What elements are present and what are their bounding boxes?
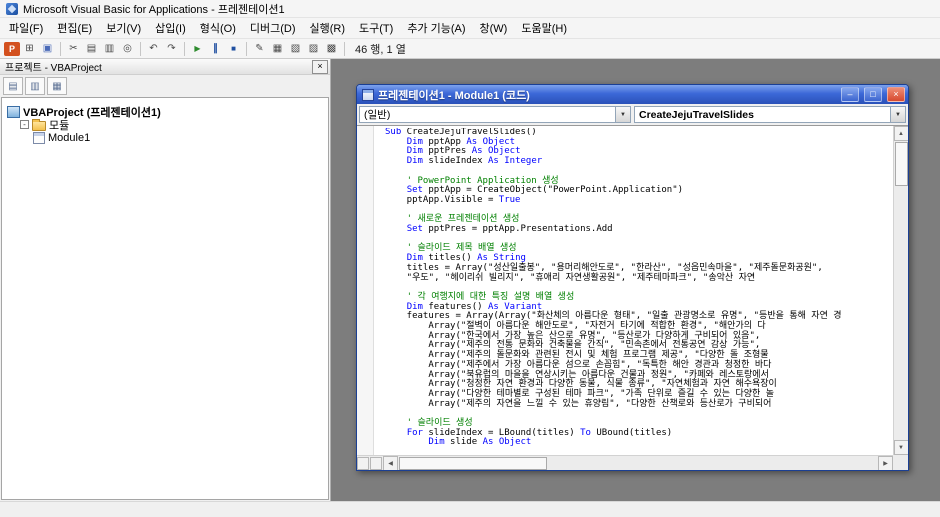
chevron-down-icon[interactable]: ▼ — [615, 107, 630, 122]
module-window-icon — [362, 89, 374, 101]
scroll-up-icon[interactable]: ▲ — [894, 126, 909, 141]
combo-row: (일반) ▼ CreateJejuTravelSlides ▼ — [357, 104, 908, 125]
module-icon — [33, 132, 45, 144]
code-line: Dim slideIndex As Integer — [385, 157, 893, 167]
project-explorer-panel: 프로젝트 - VBAProject × ▤▥▦ VBAProject (프레젠테… — [0, 59, 331, 501]
minimize-icon[interactable]: – — [841, 87, 859, 102]
chevron-down-icon[interactable]: ▼ — [890, 107, 905, 122]
close-icon[interactable]: × — [887, 87, 905, 102]
code-line: Dim slide As Object — [385, 438, 893, 448]
menu-item-3[interactable]: 삽입(I) — [148, 17, 193, 39]
toolbar-icons: P⊞▣ ✂▤▥◎ ↶↷ ▶∥■ ✎▦▧▨▩ — [4, 41, 348, 57]
object-browser-icon[interactable]: ▨ — [305, 41, 322, 57]
code-line: pptApp.Visible = True — [385, 196, 893, 206]
design-mode-icon[interactable]: ✎ — [251, 41, 268, 57]
view-object-icon[interactable]: ▥ — [25, 77, 45, 95]
menu-item-0[interactable]: 파일(F) — [2, 17, 50, 39]
maximize-icon[interactable]: □ — [864, 87, 882, 102]
margin-indicator-bar — [357, 126, 374, 455]
copy-icon[interactable]: ▤ — [83, 41, 100, 57]
titlebar: Microsoft Visual Basic for Applications … — [0, 0, 940, 18]
menu-item-9[interactable]: 창(W) — [473, 17, 515, 39]
project-panel-title: 프로젝트 - VBAProject — [5, 59, 102, 74]
menu-item-1[interactable]: 편집(E) — [50, 17, 99, 39]
scroll-down-icon[interactable]: ▼ — [894, 440, 909, 455]
menu-item-7[interactable]: 도구(T) — [352, 17, 400, 39]
properties-window-icon[interactable]: ▧ — [287, 41, 304, 57]
scroll-right-icon[interactable]: ▶ — [878, 456, 893, 471]
project-explorer-icon[interactable]: ▦ — [269, 41, 286, 57]
toolbox-icon[interactable]: ▩ — [323, 41, 340, 57]
vertical-scroll-thumb[interactable] — [895, 142, 908, 186]
full-module-view-icon[interactable] — [370, 457, 382, 470]
menu-item-4[interactable]: 형식(O) — [193, 17, 243, 39]
toolbar-separator — [60, 42, 61, 56]
menu-item-10[interactable]: 도움말(H) — [514, 17, 574, 39]
mdi-area: 프레젠테이션1 - Module1 (코드) – □ × (일반) ▼ Crea… — [331, 59, 940, 501]
status-strip — [0, 501, 940, 517]
tree-item-label: VBAProject (프레젠테이션1) — [23, 104, 161, 120]
project-tree: VBAProject (프레젠테이션1)- 모듈Module1 — [1, 97, 329, 500]
break-icon[interactable]: ∥ — [207, 41, 224, 57]
code-window-titlebar[interactable]: 프레젠테이션1 - Module1 (코드) – □ × — [357, 85, 908, 104]
tree-item-label: Module1 — [48, 132, 90, 144]
procedure-view-icon[interactable] — [357, 457, 369, 470]
menu-item-6[interactable]: 실행(R) — [303, 17, 353, 39]
toolbar-separator — [246, 42, 247, 56]
vertical-scrollbar[interactable]: ▲ ▼ — [893, 126, 908, 455]
vba-app-icon — [6, 3, 18, 15]
folder-icon — [32, 121, 46, 131]
close-icon[interactable]: × — [312, 60, 328, 74]
insert-userform-icon[interactable]: ⊞ — [21, 41, 38, 57]
reset-icon[interactable]: ■ — [225, 41, 242, 57]
scroll-left-icon[interactable]: ◀ — [383, 456, 398, 471]
horizontal-scrollbar[interactable]: ◀ ▶ — [357, 455, 893, 470]
object-dropdown[interactable]: (일반) ▼ — [359, 106, 631, 123]
project-panel-toolbar: ▤▥▦ — [0, 75, 330, 97]
redo-icon[interactable]: ↷ — [163, 41, 180, 57]
toolbar-separator — [344, 42, 345, 56]
code-line: Array("제주의 자연을 느낄 수 있는 휴양림", "다양한 산책로와 등… — [385, 400, 893, 410]
code-body: Sub CreateJejuTravelSlides() Dim pptApp … — [357, 125, 908, 470]
toolbar-separator — [184, 42, 185, 56]
menubar: 파일(F)편집(E)보기(V)삽입(I)형식(O)디버그(D)실행(R)도구(T… — [0, 18, 940, 39]
procedure-dropdown-value: CreateJejuTravelSlides — [639, 109, 890, 121]
procedure-dropdown[interactable]: CreateJejuTravelSlides ▼ — [634, 106, 906, 123]
code-window: 프레젠테이션1 - Module1 (코드) – □ × (일반) ▼ Crea… — [356, 84, 909, 471]
code-window-title: 프레젠테이션1 - Module1 (코드) — [378, 87, 836, 103]
toolbar-separator — [140, 42, 141, 56]
undo-icon[interactable]: ↶ — [145, 41, 162, 57]
project-icon — [7, 106, 20, 118]
tree-collapse-icon[interactable]: - — [20, 120, 29, 129]
cut-icon[interactable]: ✂ — [65, 41, 82, 57]
tree-item-label: 모듈 — [49, 117, 69, 133]
object-dropdown-value: (일반) — [364, 107, 615, 122]
menu-item-5[interactable]: 디버그(D) — [243, 17, 303, 39]
horizontal-scroll-thumb[interactable] — [399, 457, 547, 470]
menu-item-2[interactable]: 보기(V) — [99, 17, 148, 39]
tree-item-modules-folder[interactable]: - 모듈 — [2, 118, 328, 131]
run-icon[interactable]: ▶ — [189, 41, 206, 57]
save-icon[interactable]: ▣ — [39, 41, 56, 57]
window-title: Microsoft Visual Basic for Applications … — [23, 1, 285, 17]
paste-icon[interactable]: ▥ — [101, 41, 118, 57]
scrollbar-corner — [893, 455, 908, 470]
menu-item-8[interactable]: 추가 기능(A) — [400, 17, 472, 39]
project-panel-header: 프로젝트 - VBAProject × — [0, 59, 330, 75]
toolbar: P⊞▣ ✂▤▥◎ ↶↷ ▶∥■ ✎▦▧▨▩ 46 행, 1 열 — [0, 39, 940, 59]
powerpoint-icon[interactable]: P — [4, 42, 20, 56]
vba-app-window: Microsoft Visual Basic for Applications … — [0, 0, 940, 517]
code-line: "우도", "헤이리쉬 빌리지", "휴애리 자연생활공원", "제주테마파크"… — [385, 274, 893, 284]
main-area: 프로젝트 - VBAProject × ▤▥▦ VBAProject (프레젠테… — [0, 59, 940, 501]
view-code-icon[interactable]: ▤ — [3, 77, 23, 95]
code-line: Set pptPres = pptApp.Presentations.Add — [385, 225, 893, 235]
code-editor[interactable]: Sub CreateJejuTravelSlides() Dim pptApp … — [374, 128, 893, 455]
tree-item-module1[interactable]: Module1 — [2, 131, 328, 144]
find-icon[interactable]: ◎ — [119, 41, 136, 57]
caret-position: 46 행, 1 열 — [355, 41, 406, 57]
toggle-folders-icon[interactable]: ▦ — [47, 77, 67, 95]
